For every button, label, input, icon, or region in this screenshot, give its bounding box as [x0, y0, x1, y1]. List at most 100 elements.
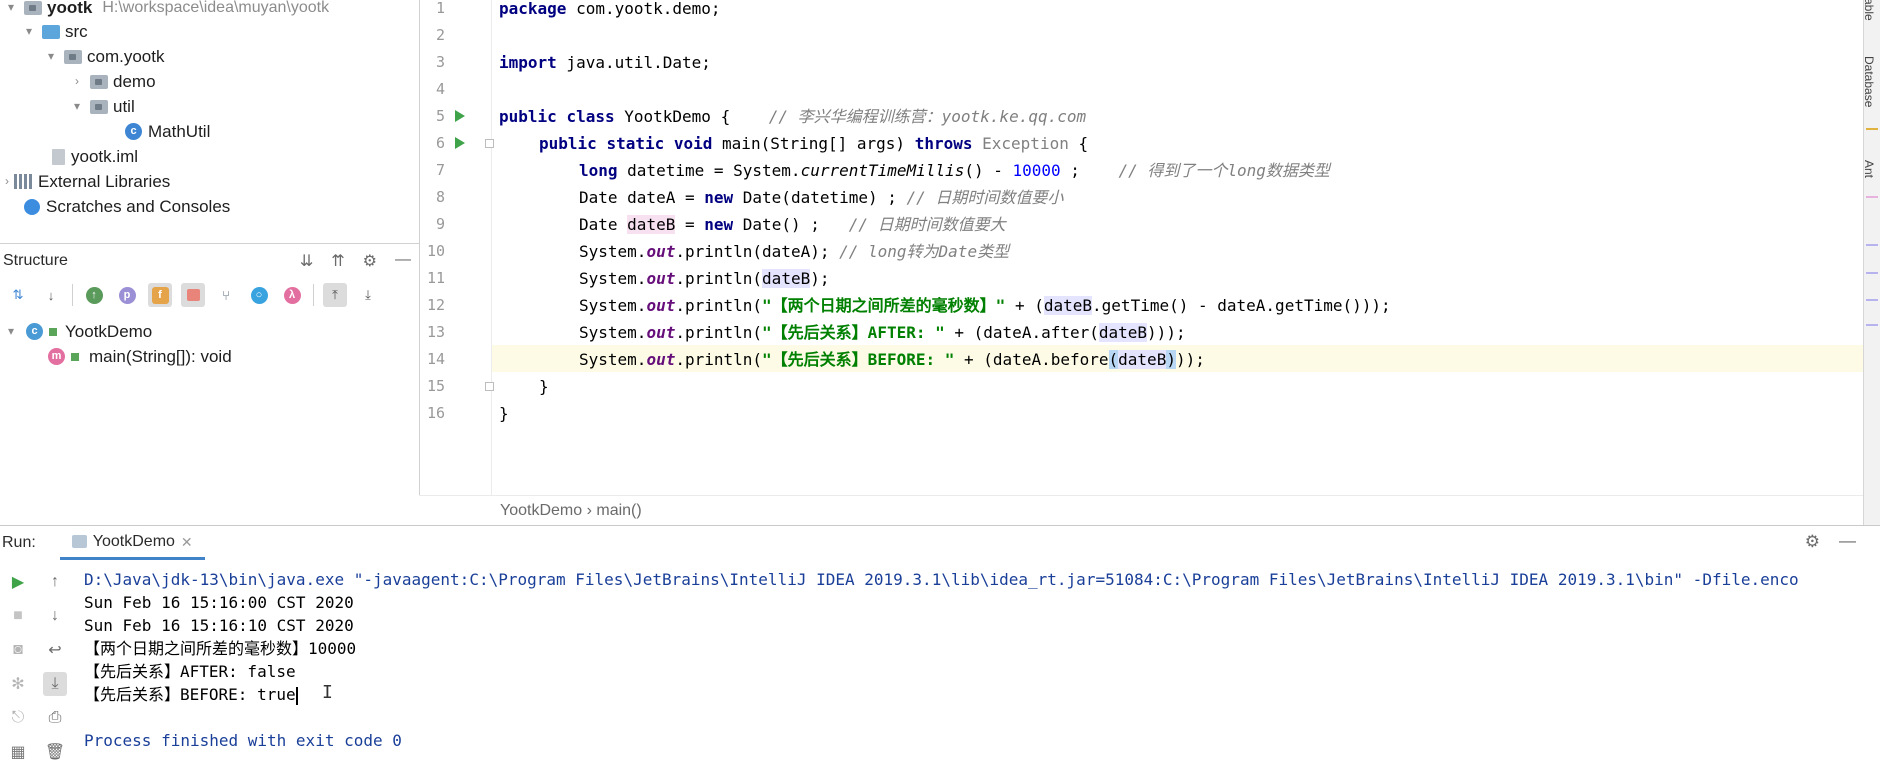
package-icon: [64, 49, 82, 64]
package-icon: [90, 74, 108, 89]
tree-item-external-libraries[interactable]: › External Libraries: [0, 169, 170, 194]
run-class-icon[interactable]: [455, 110, 465, 122]
gear-icon[interactable]: ⚙: [1805, 532, 1820, 552]
show-lambdas-icon[interactable]: λ: [280, 283, 304, 307]
structure-node-method[interactable]: m main(String[]): void: [48, 344, 232, 369]
chevron-down-icon[interactable]: ▾: [70, 94, 84, 119]
library-icon: [14, 174, 32, 189]
exit-icon[interactable]: ⎋: [6, 706, 30, 730]
structure-title: Structure: [3, 252, 68, 269]
soft-wrap-icon[interactable]: ↩: [43, 638, 67, 662]
code-line: Date dateB = new Date() ; // 日期时间数值要大: [579, 215, 1006, 234]
stop-icon[interactable]: ■: [6, 604, 30, 628]
collapse-all-icon[interactable]: ⇈: [331, 251, 344, 271]
breadcrumb-separator: ›: [586, 502, 597, 519]
module-folder-icon: [24, 0, 42, 15]
sort-alphabetically-icon[interactable]: ↓: [39, 283, 63, 307]
tree-item-label: MathUtil: [148, 122, 211, 141]
tool-tab-table[interactable]: Table: [1862, 0, 1876, 21]
chevron-right-icon[interactable]: ›: [0, 169, 14, 194]
chevron-down-icon[interactable]: ▾: [44, 44, 58, 69]
usage-marker[interactable]: [1866, 299, 1878, 301]
tree-item-label: YootkDemo: [65, 322, 153, 341]
console-output[interactable]: D:\Java\jdk-13\bin\java.exe "-javaagent:…: [84, 561, 1864, 771]
console-line: Process finished with exit code 0: [84, 731, 402, 750]
tree-item-package-com-yootk[interactable]: ▾ com.yootk: [44, 44, 165, 69]
show-anonymous-icon[interactable]: ⑂: [214, 283, 238, 307]
usage-marker[interactable]: [1866, 272, 1878, 274]
gear-icon[interactable]: ⚙: [363, 251, 377, 271]
show-fields-icon[interactable]: f: [148, 283, 172, 307]
warning-marker[interactable]: [1866, 128, 1878, 130]
code-line: package com.yootk.demo;: [499, 0, 721, 18]
module-file-icon: [52, 148, 65, 165]
tool-tab-ant[interactable]: Ant: [1862, 160, 1876, 178]
code-line: }: [499, 404, 509, 423]
chevron-down-icon[interactable]: ▾: [4, 0, 18, 20]
show-interfaces-icon[interactable]: ○: [247, 283, 271, 307]
print-icon[interactable]: ⎙: [43, 706, 67, 730]
sort-by-visibility-icon[interactable]: ⇅: [6, 283, 30, 307]
code-editor[interactable]: 1 2 3 4 5 6 7 8 9 10 11 12 13 14 15 16 p…: [419, 0, 1863, 495]
right-tool-strip: Table Database Ant: [1862, 0, 1880, 525]
fold-icon[interactable]: [485, 382, 494, 391]
tree-item-label: main(String[]): void: [89, 347, 232, 366]
rerun-icon[interactable]: ▶: [6, 570, 30, 594]
line-number: 11: [426, 269, 445, 287]
line-number: 3: [435, 53, 445, 71]
chevron-right-icon[interactable]: ›: [70, 69, 84, 94]
structure-header: Structure ⇊ ⇈ ⚙ —: [0, 244, 419, 278]
structure-node-class[interactable]: ▾ c YootkDemo: [4, 319, 152, 344]
breadcrumb: YootkDemo › main(): [419, 495, 1863, 525]
line-number: 4: [435, 80, 445, 98]
chevron-down-icon[interactable]: ▾: [4, 319, 18, 344]
tree-item-iml[interactable]: yootk.iml: [52, 144, 138, 169]
down-arrow-icon[interactable]: ↓: [43, 604, 67, 628]
show-inherited-icon[interactable]: ↑: [82, 283, 106, 307]
up-arrow-icon[interactable]: ↑: [43, 570, 67, 594]
layout-icon[interactable]: ▦: [6, 740, 30, 764]
camera-icon[interactable]: ◙: [6, 638, 30, 662]
usage-marker[interactable]: [1866, 324, 1878, 326]
autoscroll-from-source-icon[interactable]: ⤓: [356, 283, 380, 307]
breadcrumb-item[interactable]: main(): [596, 502, 641, 519]
tree-item-package-util[interactable]: ▾ util: [70, 94, 135, 119]
run-main-icon[interactable]: [455, 137, 465, 149]
usage-marker[interactable]: [1866, 244, 1878, 246]
autoscroll-to-source-icon[interactable]: ⤒: [323, 283, 347, 307]
package-icon: [90, 99, 108, 114]
tree-item-mathutil[interactable]: c MathUtil: [125, 119, 210, 144]
show-non-public-icon[interactable]: [181, 283, 205, 307]
debug-icon[interactable]: ✻: [6, 672, 30, 696]
minimize-icon[interactable]: —: [395, 251, 411, 271]
line-number: 9: [435, 215, 445, 233]
code-line: import java.util.Date;: [499, 53, 711, 72]
line-number: 13: [426, 323, 445, 341]
structure-panel: Structure ⇊ ⇈ ⚙ — ⇅ ↓ ↑ p f ⑂ ○ λ ⤒ ⤓ ▾ …: [0, 243, 419, 525]
expand-all-icon[interactable]: ⇊: [300, 251, 313, 271]
code-line: }: [539, 377, 549, 396]
line-number: 7: [435, 161, 445, 179]
tree-item-package-demo[interactable]: › demo: [70, 69, 156, 94]
scroll-to-end-icon[interactable]: ⤓: [43, 672, 67, 696]
public-visibility-icon: [49, 327, 57, 336]
chevron-down-icon[interactable]: ▾: [22, 19, 36, 44]
show-properties-icon[interactable]: p: [115, 283, 139, 307]
tree-item-label: yootk: [47, 0, 93, 17]
run-tab[interactable]: YootkDemo ✕: [59, 525, 205, 560]
fold-icon[interactable]: [485, 139, 494, 148]
tree-item-scratches[interactable]: Scratches and Consoles: [24, 194, 230, 219]
trash-icon[interactable]: 🗑: [43, 740, 67, 764]
close-icon[interactable]: ✕: [181, 525, 193, 559]
minimize-icon[interactable]: —: [1839, 531, 1856, 551]
run-toolbar-left: ▶ ■ ◙ ✻ ⎋ ▦: [0, 561, 38, 771]
tree-item-root[interactable]: ▾ yootk H:\workspace\idea\muyan\yootk: [4, 0, 329, 20]
run-config-icon: [71, 535, 87, 548]
tool-tab-database[interactable]: Database: [1862, 56, 1876, 107]
tree-item-src[interactable]: ▾ src: [22, 19, 88, 44]
usage-marker[interactable]: [1866, 196, 1878, 198]
project-tree-panel: ▾ yootk H:\workspace\idea\muyan\yootk ▾ …: [0, 0, 419, 243]
line-number: 16: [426, 404, 445, 422]
breadcrumb-item[interactable]: YootkDemo: [500, 502, 582, 519]
tree-item-label: util: [113, 97, 135, 116]
